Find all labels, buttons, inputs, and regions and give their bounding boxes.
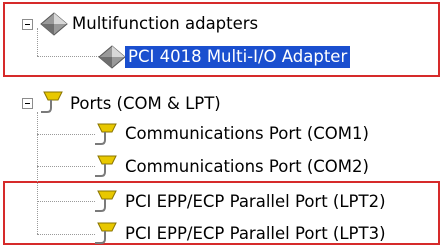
port-icon xyxy=(95,190,117,212)
tree-node-label: Multifunction adapters xyxy=(72,14,259,33)
tree-node-multifunction-adapters[interactable]: Multifunction adapters xyxy=(72,10,258,38)
multifunction-adapter-icon xyxy=(98,45,126,69)
tree-line xyxy=(37,166,95,167)
multifunction-adapter-icon xyxy=(40,12,68,36)
tree-node-lpt2[interactable]: PCI EPP/ECP Parallel Port (LPT2) xyxy=(125,188,386,216)
collapse-toggle-multifunction[interactable] xyxy=(22,19,33,30)
tree-node-pci-4018-adapter[interactable]: PCI 4018 Multi-I/O Adapter xyxy=(125,43,351,71)
collapse-toggle-ports[interactable] xyxy=(22,98,33,109)
tree-node-label: Communications Port (COM1) xyxy=(125,124,369,143)
tree-node-label: PCI EPP/ECP Parallel Port (LPT2) xyxy=(125,192,386,211)
tree-line xyxy=(37,112,38,234)
tree-node-com1[interactable]: Communications Port (COM1) xyxy=(125,120,369,148)
tree-line xyxy=(37,201,95,202)
tree-node-label: Communications Port (COM2) xyxy=(125,157,369,176)
tree-line xyxy=(37,28,38,56)
tree-node-ports[interactable]: Ports (COM & LPT) xyxy=(70,90,221,118)
port-icon xyxy=(95,222,117,244)
tree-line xyxy=(37,234,95,235)
tree-line xyxy=(37,134,95,135)
port-icon xyxy=(95,155,117,177)
tree-node-com2[interactable]: Communications Port (COM2) xyxy=(125,153,369,181)
port-icon xyxy=(95,123,117,145)
tree-node-label: PCI 4018 Multi-I/O Adapter xyxy=(125,46,351,68)
tree-node-label: PCI EPP/ECP Parallel Port (LPT3) xyxy=(125,224,386,243)
tree-node-lpt3[interactable]: PCI EPP/ECP Parallel Port (LPT3) xyxy=(125,220,386,248)
tree-node-label: Ports (COM & LPT) xyxy=(70,94,221,113)
tree-line xyxy=(37,56,99,57)
port-icon xyxy=(41,91,63,113)
